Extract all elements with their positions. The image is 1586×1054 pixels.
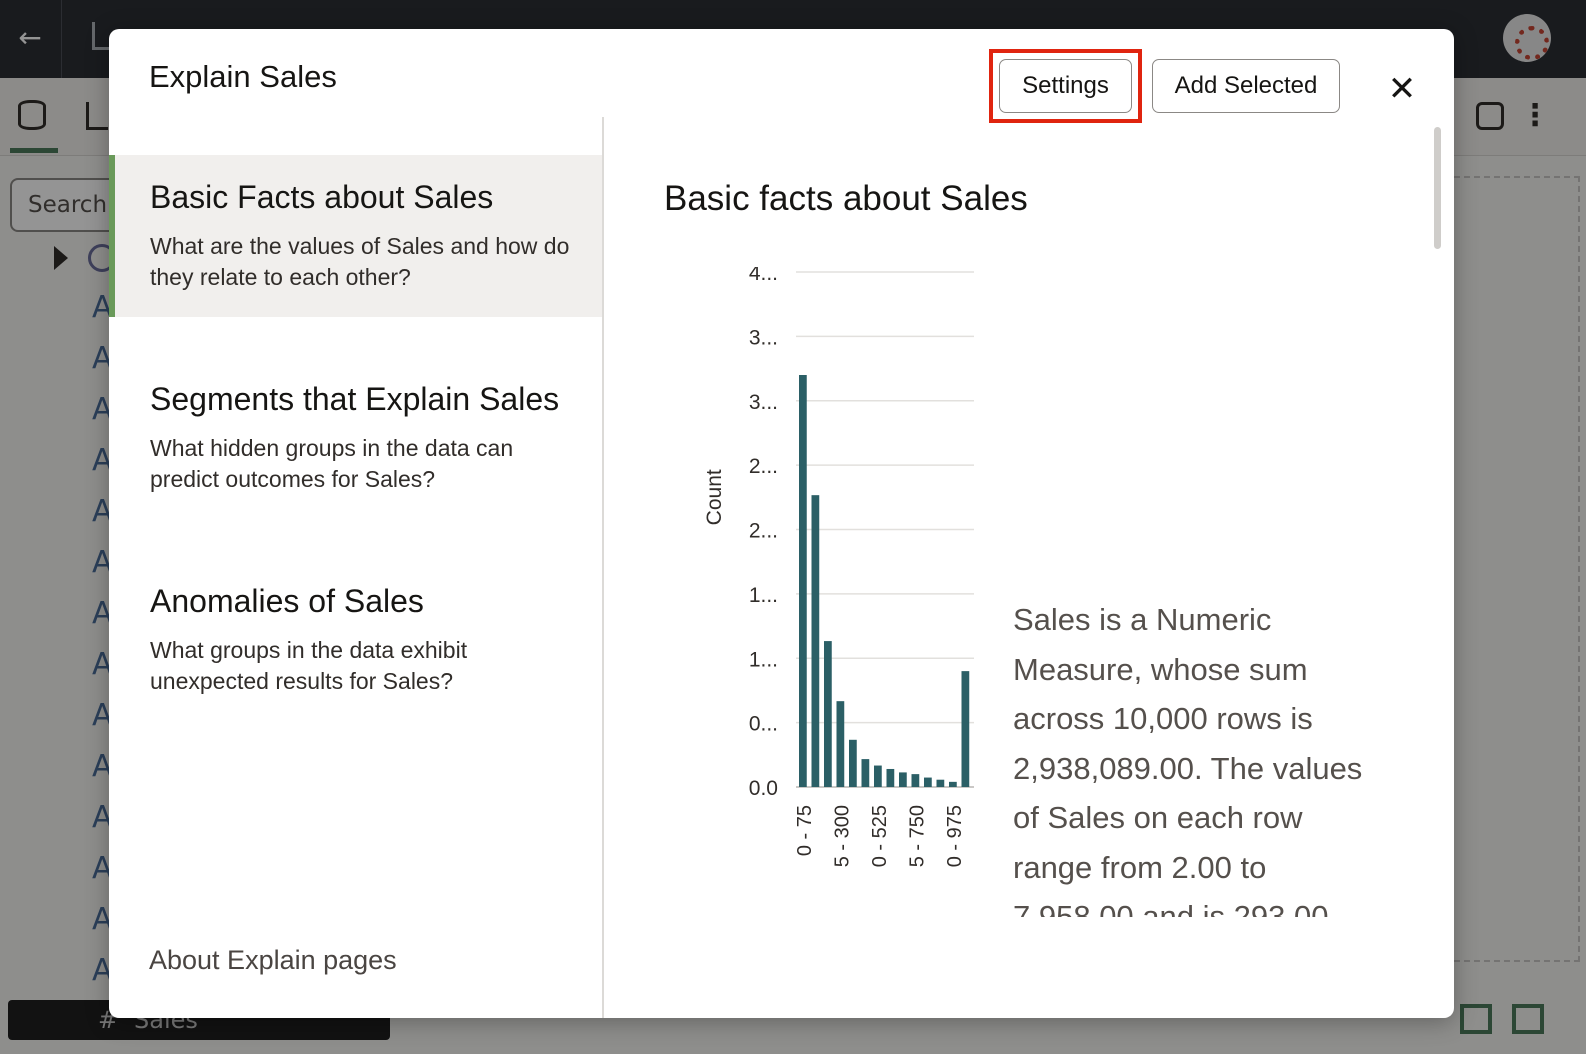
histogram-bar[interactable] (836, 701, 845, 787)
sales-histogram-chart: 0.0 0... 1... 1... 2... 2... 3... 3... 4... Count… (703, 267, 974, 867)
x-tick-label: 0 - 75 (794, 805, 816, 856)
y-tick-label: 1... (749, 584, 778, 607)
nav-item-title: Basic Facts about Sales (150, 179, 494, 215)
y-tick-label: 3... (749, 391, 778, 414)
nav-item-segments[interactable]: Segments that Explain Sales What hidden … (109, 353, 602, 515)
histogram-bar[interactable] (849, 739, 857, 787)
x-tick-label: 450 - 525 (869, 805, 891, 867)
x-tick-label: 225 - 300 (831, 805, 853, 867)
nav-item-description: What are the values of Sales and how do … (150, 233, 570, 290)
y-tick-label: 3... (749, 326, 778, 349)
histogram-bar[interactable] (936, 779, 945, 787)
explain-dialog: Explain Sales Settings Add Selected ✕ Ba… (109, 29, 1454, 1018)
close-icon[interactable]: ✕ (1384, 71, 1420, 107)
histogram-bar[interactable] (886, 768, 895, 787)
y-tick-label: 0... (749, 713, 778, 736)
histogram-bar[interactable] (911, 774, 920, 787)
x-tick-label: 675 - 750 (906, 805, 928, 867)
y-axis-title: Count (703, 469, 726, 525)
explain-nav: Basic Facts about Sales What are the val… (109, 117, 604, 1018)
histogram-bar[interactable] (961, 671, 970, 787)
y-tick-label: 1... (749, 648, 778, 671)
y-tick-label: 0.0 (749, 777, 778, 800)
nav-item-description: What hidden groups in the data can predi… (150, 435, 514, 492)
histogram-bar[interactable] (899, 772, 907, 787)
about-explain-link[interactable]: About Explain pages (149, 945, 397, 976)
y-tick-label: 2... (749, 455, 778, 478)
histogram-bar[interactable] (861, 759, 870, 787)
nav-item-anomalies[interactable]: Anomalies of Sales What groups in the da… (109, 555, 602, 717)
nav-item-basic-facts[interactable]: Basic Facts about Sales What are the val… (109, 155, 602, 317)
settings-button[interactable]: Settings (999, 59, 1132, 113)
content-scrollbar[interactable] (1434, 127, 1441, 249)
histogram-bar[interactable] (949, 781, 957, 787)
y-tick-label: 2... (749, 520, 778, 543)
histogram-bar[interactable] (824, 641, 832, 787)
nav-item-description: What groups in the data exhibit unexpect… (150, 637, 468, 694)
sales-summary-text: Sales is a Numeric Measure, whose sum ac… (1013, 602, 1363, 917)
x-tick-label: 900 - 975 (944, 805, 966, 867)
explain-content: Basic facts about Sales 0.0 0... 1... 1... 2… (606, 117, 1436, 917)
y-tick-label: 4... (749, 267, 778, 285)
content-title: Basic facts about Sales (664, 179, 1028, 218)
histogram-bar[interactable] (799, 375, 807, 787)
histogram-bar[interactable] (924, 777, 932, 787)
nav-item-title: Segments that Explain Sales (150, 381, 560, 417)
histogram-bar[interactable] (811, 495, 820, 787)
add-selected-button[interactable]: Add Selected (1152, 59, 1340, 113)
nav-item-title: Anomalies of Sales (150, 583, 424, 619)
dialog-title: Explain Sales (149, 59, 337, 94)
histogram-bar[interactable] (874, 765, 882, 787)
